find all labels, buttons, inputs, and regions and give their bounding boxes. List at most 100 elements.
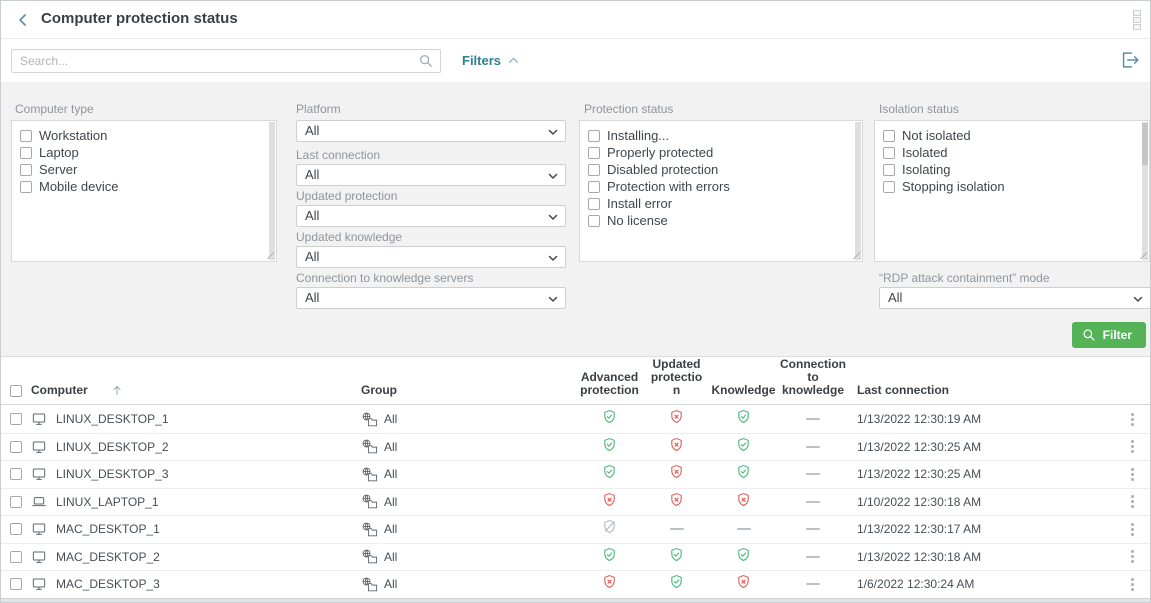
row-checkbox[interactable] — [10, 523, 22, 535]
computer-name[interactable]: LINUX_DESKTOP_1 — [56, 412, 169, 426]
filters-toggle[interactable]: Filters — [462, 53, 520, 68]
checkbox[interactable] — [588, 215, 600, 227]
checkbox[interactable] — [20, 130, 32, 142]
computer-type-option[interactable]: Workstation — [20, 127, 268, 144]
computer-name[interactable]: LINUX_LAPTOP_1 — [56, 495, 159, 509]
scrollbar[interactable] — [269, 122, 275, 260]
window-menu-icon[interactable] — [1133, 9, 1141, 31]
desktop-icon — [31, 439, 47, 455]
chevron-down-icon — [547, 252, 559, 264]
row-checkbox[interactable] — [10, 578, 22, 590]
export-icon[interactable] — [1119, 49, 1141, 71]
chevron-down-icon — [547, 293, 559, 305]
column-group[interactable]: Group — [361, 383, 576, 397]
protection-status-option[interactable]: No license — [588, 212, 854, 229]
row-checkbox[interactable] — [10, 468, 22, 480]
row-menu-icon[interactable] — [1129, 546, 1136, 567]
checkbox[interactable] — [20, 181, 32, 193]
checkbox[interactable] — [883, 147, 895, 159]
row-menu-icon[interactable] — [1129, 436, 1136, 457]
computer-name[interactable]: LINUX_DESKTOP_3 — [56, 467, 169, 481]
checkbox[interactable] — [588, 181, 600, 193]
last-connection-select[interactable]: All — [296, 164, 566, 186]
column-connection-to-knowledge[interactable]: Connection to knowledge — [779, 358, 847, 397]
sort-ascending-icon[interactable] — [111, 384, 123, 397]
protection-status-option-label: Protection with errors — [607, 179, 730, 194]
protection-status-option[interactable]: Properly protected — [588, 144, 854, 161]
group-globe-folder-icon — [361, 548, 378, 565]
column-updated-protection[interactable]: Updated protection — [648, 358, 706, 397]
desktop-icon — [31, 466, 47, 482]
row-checkbox[interactable] — [10, 551, 22, 563]
isolation-status-option[interactable]: Isolated — [883, 144, 1141, 161]
row-checkbox[interactable] — [10, 441, 22, 453]
protection-status-option[interactable]: Disabled protection — [588, 161, 854, 178]
protection-status-option[interactable]: Installing... — [588, 127, 854, 144]
isolation-status-option[interactable]: Not isolated — [883, 127, 1141, 144]
last-connection-value: 1/13/2022 12:30:25 AM — [849, 440, 1114, 454]
computer-name[interactable]: MAC_DESKTOP_2 — [56, 550, 160, 564]
row-menu-icon[interactable] — [1129, 491, 1136, 512]
shield-error-icon — [736, 492, 751, 512]
checkbox[interactable] — [20, 164, 32, 176]
computer-type-panel: WorkstationLaptopServerMobile device — [11, 120, 277, 262]
checkbox[interactable] — [588, 198, 600, 210]
last-connection-value: 1/13/2022 12:30:18 AM — [849, 550, 1114, 564]
isolation-status-label: Isolation status — [879, 102, 959, 116]
group-globe-folder-icon — [361, 521, 378, 538]
computer-type-option[interactable]: Server — [20, 161, 268, 178]
row-checkbox[interactable] — [10, 413, 22, 425]
protection-status-option[interactable]: Protection with errors — [588, 178, 854, 195]
row-menu-icon[interactable] — [1129, 409, 1136, 430]
top-bar: Computer protection status — [1, 1, 1150, 39]
computer-type-option[interactable]: Mobile device — [20, 178, 268, 195]
computer-name[interactable]: LINUX_DESKTOP_2 — [56, 440, 169, 454]
connection-knowledge-servers-select[interactable]: All — [296, 287, 566, 309]
column-advanced-protection[interactable]: Advanced protection — [579, 371, 641, 397]
protection-status-option[interactable]: Install error — [588, 195, 854, 212]
updated-protection-select[interactable]: All — [296, 205, 566, 227]
rdp-mode-select[interactable]: All — [879, 287, 1151, 309]
computer-name[interactable]: MAC_DESKTOP_3 — [56, 577, 160, 591]
desktop-icon — [31, 576, 47, 592]
isolation-status-option[interactable]: Isolating — [883, 161, 1141, 178]
shield-ok-icon — [736, 464, 751, 484]
shield-ok-icon — [669, 574, 684, 594]
column-last-connection[interactable]: Last connection — [849, 383, 1114, 397]
group-globe-folder-icon — [361, 411, 378, 428]
scrollbar[interactable] — [855, 122, 861, 260]
checkbox[interactable] — [883, 164, 895, 176]
select-all-checkbox[interactable] — [10, 385, 22, 397]
search-input[interactable] — [11, 49, 441, 73]
column-knowledge[interactable]: Knowledge — [711, 384, 777, 397]
back-icon[interactable] — [13, 10, 33, 30]
shield-error-icon — [669, 437, 684, 457]
isolation-status-option-label: Stopping isolation — [902, 179, 1005, 194]
column-computer[interactable]: Computer — [31, 383, 88, 397]
table-header: Computer Group Advanced protection Updat… — [1, 357, 1150, 405]
computer-name[interactable]: MAC_DESKTOP_1 — [56, 522, 160, 536]
last-connection-value: 1/10/2022 12:30:18 AM — [849, 495, 1114, 509]
row-menu-icon[interactable] — [1129, 464, 1136, 485]
checkbox[interactable] — [588, 130, 600, 142]
row-menu-icon[interactable] — [1129, 574, 1136, 595]
isolation-status-option[interactable]: Stopping isolation — [883, 178, 1141, 195]
isolation-status-panel: Not isolatedIsolatedIsolatingStopping is… — [874, 120, 1150, 262]
checkbox[interactable] — [883, 181, 895, 193]
search-icon[interactable] — [418, 53, 434, 74]
checkbox[interactable] — [883, 130, 895, 142]
checkbox[interactable] — [20, 147, 32, 159]
desktop-icon — [31, 411, 47, 427]
row-menu-icon[interactable] — [1129, 519, 1136, 540]
computer-type-option[interactable]: Laptop — [20, 144, 268, 161]
row-checkbox[interactable] — [10, 496, 22, 508]
checkbox[interactable] — [588, 147, 600, 159]
filter-button[interactable]: Filter — [1072, 322, 1146, 348]
updated-knowledge-select[interactable]: All — [296, 246, 566, 268]
shield-disabled-icon — [602, 519, 617, 539]
shield-error-icon — [736, 574, 751, 594]
checkbox[interactable] — [588, 164, 600, 176]
platform-select[interactable]: All — [296, 120, 566, 142]
shield-error-icon — [669, 492, 684, 512]
scrollbar-thumb[interactable] — [1142, 123, 1148, 165]
